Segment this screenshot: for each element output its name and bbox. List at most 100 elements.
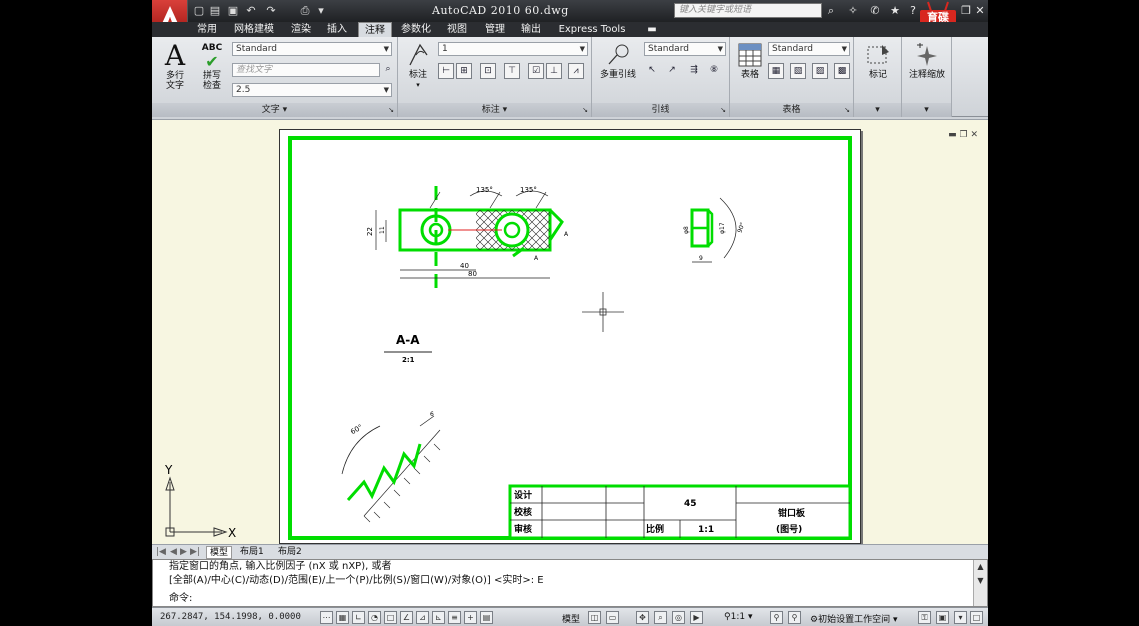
markup-panel-title[interactable]: ▾ (854, 103, 901, 117)
remove-leader-icon[interactable]: ↗ (664, 63, 680, 79)
annotation-panel-title[interactable]: ▾ (902, 103, 951, 117)
favorites-star-icon[interactable]: ★ (888, 4, 902, 18)
quick-properties-icon[interactable]: + (464, 611, 477, 624)
tab-view[interactable]: 视图 (440, 22, 474, 37)
dimension-panel-title[interactable]: 标注 ▾ ↘ (398, 103, 591, 117)
lineweight-icon[interactable]: ≡ (448, 611, 461, 624)
pan-icon[interactable]: ✥ (636, 611, 649, 624)
search-input[interactable]: 键入关键字或短语 (674, 3, 822, 18)
ribbon-minimize-icon[interactable]: ▬ (644, 22, 660, 37)
mtext-button[interactable]: A 多行 文字 (158, 41, 192, 92)
save-icon[interactable]: ▣ (226, 4, 240, 17)
download-table-icon[interactable]: ▨ (812, 63, 828, 79)
mleader-style-select[interactable]: Standard ▼ (644, 42, 726, 56)
panel-launcher-icon[interactable]: ↘ (720, 103, 726, 117)
grid-icon[interactable]: ▦ (336, 611, 349, 624)
command-scrollbar[interactable]: ▲ ▼ (973, 560, 987, 606)
restore-icon[interactable]: ❐ (960, 130, 968, 140)
layout-paper[interactable]: 135° 135° 40 80 22 11 A A φ8 φ17 9 90° A… (279, 129, 861, 544)
find-replace-icon[interactable]: ⌕ (380, 62, 396, 78)
command-prompt[interactable]: 命令: (169, 593, 192, 605)
text-style-select[interactable]: Standard ▼ (232, 42, 392, 56)
tab-parametric[interactable]: 参数化 (396, 22, 436, 37)
drawing-area[interactable]: ▬ ❐ ✕ 135° 135° 40 80 22 11 A A φ8 φ17 9… (152, 119, 988, 544)
tab-output[interactable]: 输出 (514, 22, 548, 37)
isolate-objects-icon[interactable]: ▾ (954, 611, 967, 624)
search-binoculars-icon[interactable]: ⌕ (824, 4, 838, 18)
tab-home[interactable]: 常用 (190, 22, 224, 37)
align-leader-icon[interactable]: ⇶ (686, 63, 702, 79)
dim-jog-icon[interactable]: ⩘ (568, 63, 584, 79)
close-icon[interactable]: ✕ (974, 5, 986, 17)
tab-render[interactable]: 渲染 (284, 22, 318, 37)
annotation-visibility-icon[interactable]: ⚲ (770, 611, 783, 624)
add-leader-icon[interactable]: ↖ (644, 63, 660, 79)
panel-launcher-icon[interactable]: ↘ (388, 103, 394, 117)
tab-model[interactable]: 模型 (206, 546, 233, 559)
lock-icon[interactable]: ⚿ (918, 611, 931, 624)
close-icon[interactable]: ✕ (970, 130, 978, 140)
ducs-icon[interactable]: ⊿ (416, 611, 429, 624)
dyn-icon[interactable]: ⊾ (432, 611, 445, 624)
tab-nav-prev-icon[interactable]: ◀ (170, 546, 177, 559)
showmotion-icon[interactable]: ▶ (690, 611, 703, 624)
table-panel-title[interactable]: 表格 ↘ (730, 103, 853, 117)
command-line[interactable]: 指定窗口的角点, 输入比例因子 (nX 或 nXP), 或者 [全部(A)/中心… (152, 559, 988, 607)
hardware-acceleration-icon[interactable]: ▣ (936, 611, 949, 624)
extract-data-icon[interactable]: ▦ (768, 63, 784, 79)
workspace-switch[interactable]: ⚙初始设置工作空间 ▾ (810, 612, 897, 625)
tab-annotate[interactable]: 注释 (358, 22, 392, 37)
dim-linear-icon[interactable]: ⊢ (438, 63, 454, 79)
markup-button[interactable]: 标记 (860, 43, 896, 80)
dim-tolerance-icon[interactable]: ☑ (528, 63, 544, 79)
dim-center-icon[interactable]: ⊥ (546, 63, 562, 79)
tab-layout1[interactable]: 布局1 (240, 546, 264, 559)
restore-icon[interactable]: ❐ (960, 5, 972, 17)
undo-icon[interactable]: ↶ (244, 4, 258, 17)
communication-center-icon[interactable]: ✆ (868, 4, 882, 18)
text-height-select[interactable]: 2.5 ▼ (232, 83, 392, 97)
zoom-icon[interactable]: ⌕ (654, 611, 667, 624)
dim-break-icon[interactable]: ⊞ (456, 63, 472, 79)
tab-nav-first-icon[interactable]: |◀ (156, 546, 166, 559)
osnap-icon[interactable]: □ (384, 611, 397, 624)
dimension-button[interactable]: 标注 ▾ (404, 41, 432, 90)
text-panel-title[interactable]: 文字 ▾ ↘ (152, 103, 397, 117)
dim-style-select[interactable]: 1 ▼ (438, 42, 588, 56)
open-file-icon[interactable]: ▤ (208, 4, 222, 17)
clean-screen-icon[interactable]: □ (970, 611, 983, 624)
tab-mesh[interactable]: 网格建模 (226, 22, 282, 37)
selection-cycling-icon[interactable]: ▤ (480, 611, 493, 624)
table-button[interactable]: 表格 (734, 43, 766, 80)
tab-layout2[interactable]: 布局2 (278, 546, 302, 559)
subscription-center-icon[interactable]: ✧ (846, 4, 860, 18)
upload-table-icon[interactable]: ▩ (834, 63, 850, 79)
otrack-icon[interactable]: ∠ (400, 611, 413, 624)
multileader-button[interactable]: 多重引线 (596, 43, 640, 80)
dim-continue-icon[interactable]: ⊤ (504, 63, 520, 79)
find-text-input[interactable]: 查找文字 (232, 63, 380, 77)
scroll-up-icon[interactable]: ▲ (974, 560, 987, 574)
print-icon[interactable]: ⎙ (298, 4, 312, 17)
tab-insert[interactable]: 插入 (320, 22, 354, 37)
link-data-icon[interactable]: ▧ (790, 63, 806, 79)
steering-wheel-icon[interactable]: ◎ (672, 611, 685, 624)
ortho-icon[interactable]: ∟ (352, 611, 365, 624)
minimize-icon[interactable]: ▬ (948, 130, 957, 140)
spell-check-button[interactable]: ABC ✔ 拼写 检查 (196, 43, 228, 91)
new-file-icon[interactable]: ▢ (192, 4, 206, 17)
snap-icon[interactable]: ⋯ (320, 611, 333, 624)
tab-nav-last-icon[interactable]: ▶| (190, 546, 200, 559)
tab-nav-next-icon[interactable]: ▶ (180, 546, 187, 559)
qat-dropdown-icon[interactable]: ▾ (314, 4, 328, 17)
leader-panel-title[interactable]: 引线 ↘ (592, 103, 729, 117)
collect-leader-icon[interactable]: ⑧ (706, 63, 722, 79)
auto-scale-icon[interactable]: ⚲ (788, 611, 801, 624)
quick-view-icon[interactable]: ▭ (606, 611, 619, 624)
coordinates-readout[interactable]: 267.2847, 154.1998, 0.0000 (160, 612, 301, 622)
tab-manage[interactable]: 管理 (478, 22, 512, 37)
annotation-scaling-button[interactable]: 注释缩放 (904, 43, 950, 80)
model-space-label[interactable]: 模型 (562, 612, 580, 625)
polar-icon[interactable]: ◔ (368, 611, 381, 624)
layout-button-icon[interactable]: ◫ (588, 611, 601, 624)
